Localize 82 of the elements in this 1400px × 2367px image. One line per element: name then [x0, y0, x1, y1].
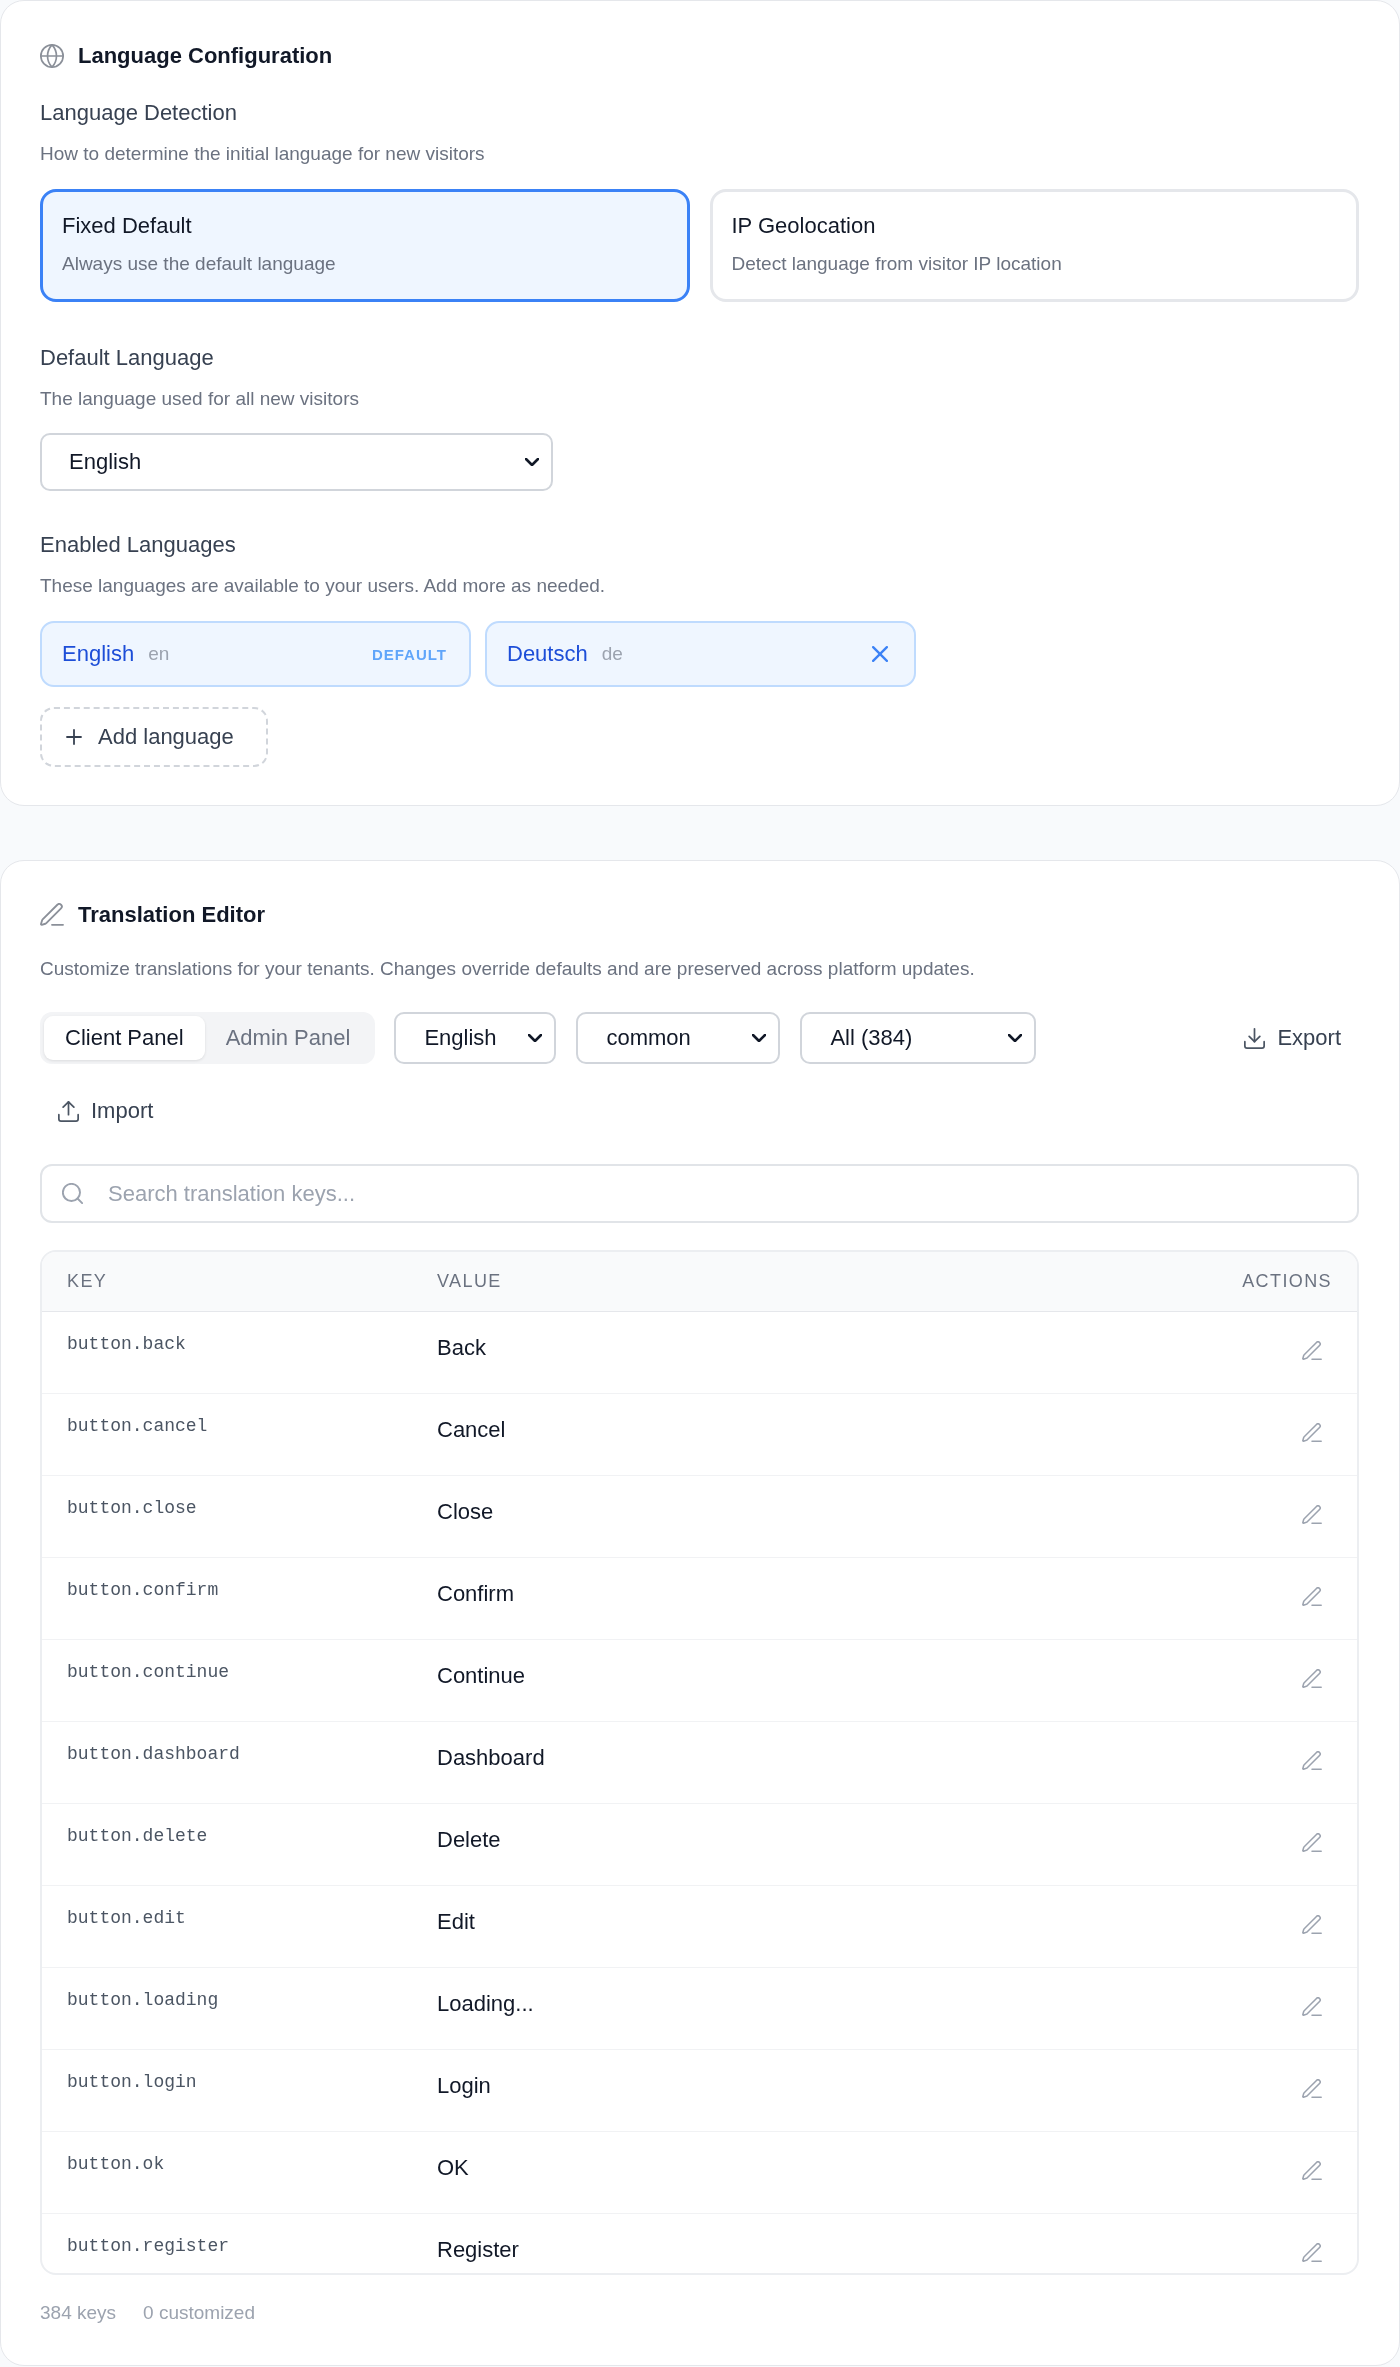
translation-key: button.loading	[67, 1988, 219, 2012]
pencil-icon[interactable]	[1302, 1341, 1322, 1361]
language-name: English	[62, 641, 135, 667]
chevron-down-icon	[752, 1034, 767, 1042]
translation-key: button.delete	[67, 1824, 208, 1848]
translation-key: button.dashboard	[67, 1742, 240, 1766]
language-name: Deutsch	[507, 641, 588, 667]
total-keys-count: 384 keys	[40, 2301, 117, 2325]
section-title: Default Language	[40, 344, 214, 372]
default-label: DEFAULT	[371, 645, 447, 663]
pencil-icon[interactable]	[1302, 1587, 1322, 1607]
add-language-button[interactable]: Add language	[40, 707, 268, 767]
translation-key: button.cancel	[67, 1414, 208, 1438]
card-title: Language Configuration	[78, 42, 333, 70]
translation-key: button.continue	[67, 1660, 230, 1684]
translation-key: button.back	[67, 1332, 186, 1356]
language-code: en	[148, 643, 170, 665]
import-button[interactable]: Import	[40, 1085, 172, 1137]
chevron-down-icon	[528, 1034, 543, 1042]
translation-key: button.login	[67, 2070, 197, 2094]
export-button[interactable]: Export	[1226, 1012, 1359, 1064]
translation-value: Continue	[437, 1662, 526, 1690]
translation-key: button.confirm	[67, 1578, 219, 1602]
pencil-icon	[40, 903, 64, 927]
detection-option[interactable]: IP Geolocation Detect language from visitor IP location	[709, 189, 1359, 302]
pencil-icon[interactable]	[1302, 1833, 1322, 1853]
namespace-select[interactable]: common	[576, 1012, 781, 1064]
section-title: Language Detection	[40, 99, 237, 127]
translation-key: button.close	[67, 1496, 197, 1520]
upload-icon	[58, 1100, 79, 1122]
section-description: The language used for all new visitors	[40, 387, 359, 411]
translation-value: Edit	[437, 1908, 475, 1936]
section-description: These languages are available to your users. Add more as needed.	[40, 574, 606, 598]
plus-icon	[66, 729, 82, 745]
translation-value: OK	[437, 2154, 469, 2182]
actions-column-header: ACTIONS	[1242, 1271, 1332, 1292]
pencil-icon[interactable]	[1302, 2243, 1322, 2263]
translation-value: Register	[437, 2236, 519, 2264]
translation-value: Close	[437, 1498, 494, 1526]
search-icon	[62, 1183, 83, 1204]
download-icon	[1244, 1027, 1266, 1049]
translation-key: button.ok	[67, 2152, 165, 2176]
translation-value: Dashboard	[437, 1744, 545, 1772]
key-column-header: KEY	[67, 1271, 108, 1292]
option-description: Always use the default language	[62, 252, 336, 276]
detection-option[interactable]: Fixed Default Always use the default language	[40, 189, 690, 302]
chevron-down-icon	[1008, 1034, 1023, 1042]
option-title: IP Geolocation	[731, 212, 876, 240]
translation-key: button.register	[67, 2234, 230, 2258]
translation-value: Loading...	[437, 1990, 534, 2018]
pencil-icon[interactable]	[1302, 1915, 1322, 1935]
customized-count: 0 customized	[143, 2301, 255, 2325]
translation-value: Cancel	[437, 1416, 506, 1444]
translation-value: Confirm	[437, 1580, 514, 1608]
language-code: de	[601, 643, 623, 665]
section-description: Customize translations for your tenants. Changes override defaults and are preserved across platform updates.	[40, 957, 975, 981]
globe-icon	[40, 44, 64, 68]
pencil-icon[interactable]	[1302, 2161, 1322, 2181]
pencil-icon[interactable]	[1302, 2079, 1322, 2099]
status-select[interactable]: All (384)	[800, 1012, 1037, 1064]
close-icon[interactable]	[872, 646, 888, 662]
pencil-icon[interactable]	[1302, 1423, 1322, 1443]
section-description: How to determine the initial language for new visitors	[40, 142, 485, 166]
value-column-header: VALUE	[437, 1271, 502, 1292]
panel-tab[interactable]: Client Panel	[44, 1016, 205, 1060]
chevron-down-icon	[525, 458, 539, 466]
language-select[interactable]: English	[394, 1012, 557, 1064]
pencil-icon[interactable]	[1302, 1505, 1322, 1525]
default-language-select[interactable]: English	[40, 433, 553, 491]
pencil-icon[interactable]	[1302, 1997, 1322, 2017]
translation-value: Login	[437, 2072, 491, 2100]
card-title: Translation Editor	[78, 901, 266, 929]
translation-value: Back	[437, 1334, 486, 1362]
option-title: Fixed Default	[62, 212, 192, 240]
section-title: Enabled Languages	[40, 531, 236, 559]
option-description: Detect language from visitor IP location	[731, 252, 1062, 276]
pencil-icon[interactable]	[1302, 1751, 1322, 1771]
panel-tab[interactable]: Admin Panel	[204, 1016, 372, 1060]
translation-key: button.edit	[67, 1906, 186, 1930]
search-field[interactable]: Search translation keys...	[40, 1164, 1359, 1223]
pencil-icon[interactable]	[1302, 1669, 1322, 1689]
translation-value: Delete	[437, 1826, 501, 1854]
